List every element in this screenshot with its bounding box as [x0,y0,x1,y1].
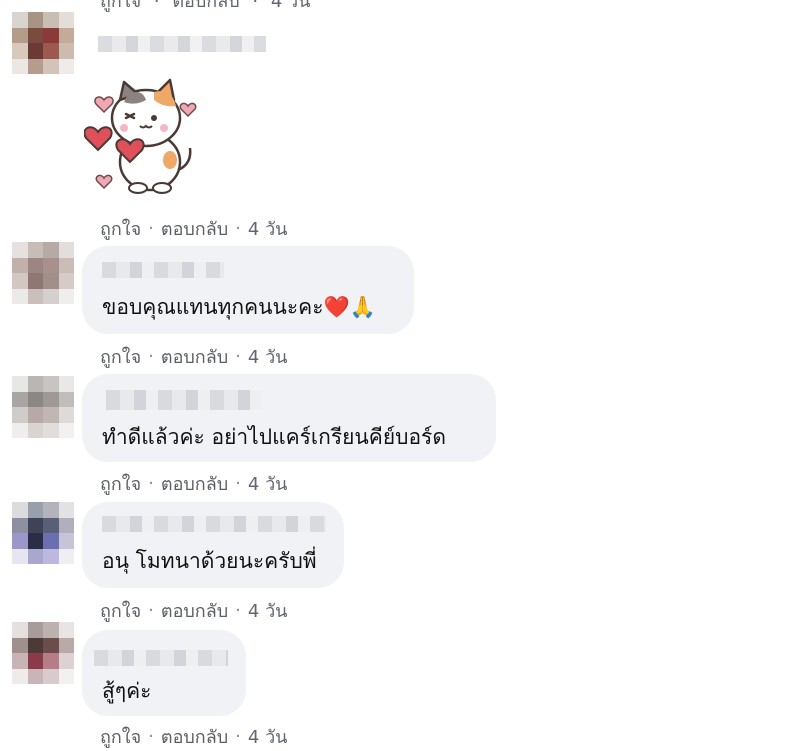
like-link[interactable]: ถูกใจ [100,0,141,12]
commenter-name-blurred[interactable] [102,516,326,532]
reply-link[interactable]: ตอบกลับ [161,342,228,371]
commenter-name-blurred[interactable] [102,262,224,278]
comment-actions: ถูกใจ · ตอบกลับ · 4 วัน [100,469,287,498]
avatar[interactable] [12,622,74,684]
comment-actions: ถูกใจ · ตอบกลับ · 4 วัน [100,342,287,371]
avatar[interactable] [12,502,74,564]
avatar[interactable] [12,12,74,74]
comment-time: 4 วัน [270,0,311,12]
comment-time: 4 วัน [247,219,288,240]
reply-link[interactable]: ตอบกลับ [161,214,228,243]
comment-bubble [82,246,414,334]
like-link[interactable]: ถูกใจ [100,342,141,371]
cat-holding-hearts-icon [83,70,204,200]
commenter-name-blurred[interactable] [98,36,266,52]
comment-actions-partial: ถูกใจ · ตอบกลับ · 4 วัน [100,0,310,15]
like-link[interactable]: ถูกใจ [100,469,141,498]
like-link[interactable]: ถูกใจ [100,214,141,243]
reply-link[interactable]: ตอบกลับ [161,722,228,751]
like-link[interactable]: ถูกใจ [100,722,141,751]
avatar[interactable] [12,376,74,438]
comment-text: อนุ โมทนาด้วยนะครับพี่ [102,549,317,573]
comment-time: 4 วัน [247,601,288,622]
commenter-name-blurred[interactable] [94,650,228,666]
comment-bubble [82,502,344,588]
commenter-name-blurred[interactable] [106,390,262,410]
reply-link[interactable]: ตอบกลับ [161,469,228,498]
comment-text: ทำดีแล้วค่ะ อย่าไปแคร์เกรียนคีย์บอร์ด [102,425,446,449]
reply-link[interactable]: ตอบกลับ [161,596,228,625]
comment-time: 4 วัน [247,727,288,748]
comment-time: 4 วัน [247,474,288,495]
comment-text: ขอบคุณแทนทุกคนนะคะ❤️🙏 [102,295,376,319]
comment-actions: ถูกใจ · ตอบกลับ · 4 วัน [100,214,287,243]
comment-time: 4 วัน [247,347,288,368]
comment-actions: ถูกใจ · ตอบกลับ · 4 วัน [100,596,287,625]
comment-text: สู้ๆค่ะ [102,679,152,703]
like-link[interactable]: ถูกใจ [100,596,141,625]
reply-link[interactable]: ตอบกลับ [172,0,239,12]
avatar[interactable] [12,242,74,304]
comment-actions: ถูกใจ · ตอบกลับ · 4 วัน [100,722,287,751]
